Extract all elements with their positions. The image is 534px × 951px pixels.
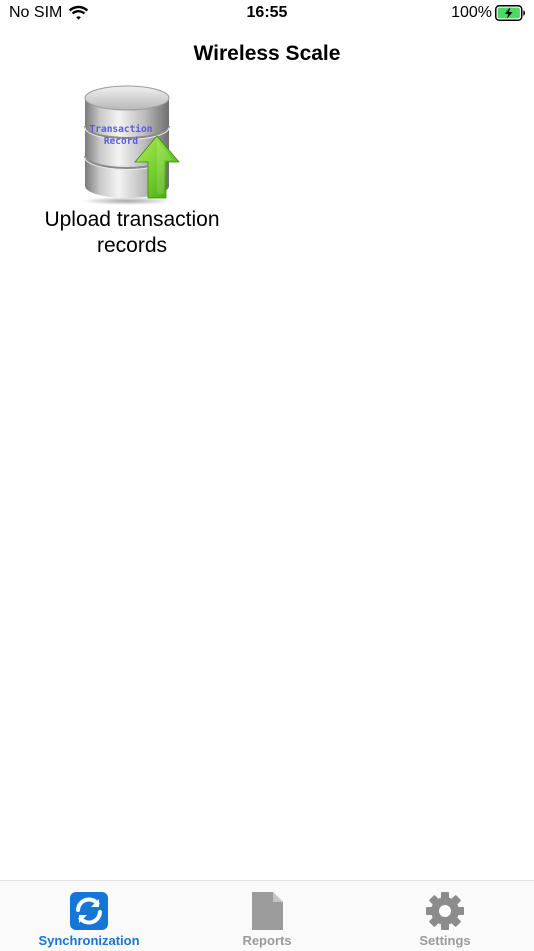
- tab-synchronization-label: Synchronization: [38, 933, 140, 948]
- tab-reports-label: Reports: [242, 933, 292, 948]
- document-icon: [252, 892, 283, 930]
- gear-icon: [426, 892, 464, 930]
- battery-group: 100%: [451, 4, 526, 22]
- status-bar: No SIM 16:55 100%: [0, 0, 534, 30]
- db-label-line1: Transaction: [90, 124, 153, 135]
- database-upload-icon: Transaction Record: [81, 85, 180, 205]
- db-label-line2: Record: [104, 136, 139, 147]
- battery-charging-icon: [495, 5, 525, 21]
- tab-synchronization[interactable]: Synchronization: [0, 881, 178, 951]
- page-title: Wireless Scale: [193, 42, 341, 65]
- sync-icon: [70, 892, 108, 930]
- tab-settings-label: Settings: [419, 933, 471, 948]
- tab-reports[interactable]: Reports: [178, 881, 356, 951]
- upload-transaction-records-label: Upload transaction records: [44, 208, 220, 257]
- upload-transaction-records-tile[interactable]: Transaction Record Upload transaction re…: [22, 80, 242, 259]
- tab-settings[interactable]: Settings: [356, 881, 534, 951]
- battery-percent: 100%: [451, 4, 492, 21]
- tab-bar: Synchronization Reports Settings: [0, 880, 534, 951]
